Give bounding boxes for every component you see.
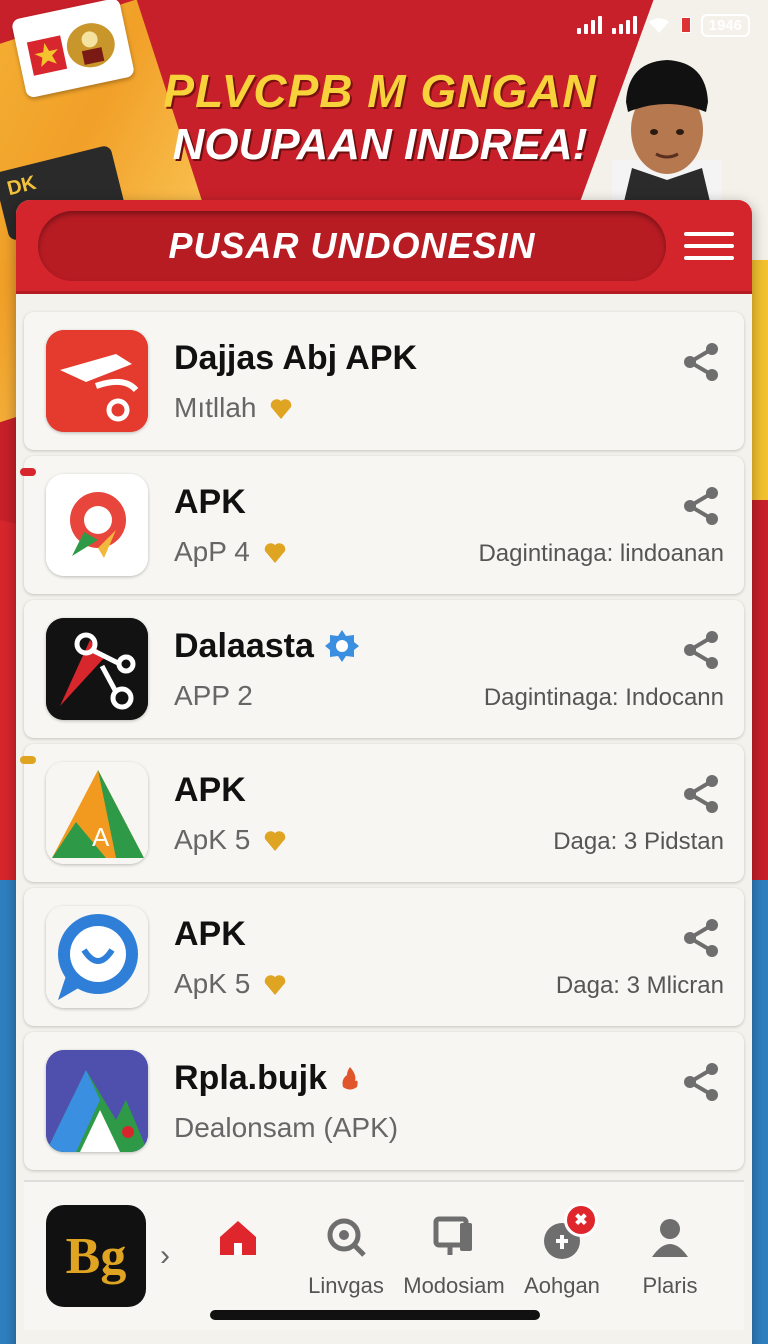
share-icon[interactable] bbox=[682, 774, 720, 814]
chevron-right-icon[interactable]: › bbox=[160, 1239, 170, 1273]
app-list-item[interactable]: Dajjas Abj APK Mıtllah bbox=[24, 312, 744, 450]
app-meta: Daga: 3 Mlicran bbox=[555, 972, 724, 999]
home-indicator[interactable] bbox=[210, 1310, 540, 1320]
alert-icon bbox=[680, 17, 691, 33]
bottom-nav: Bg › Linvgas Modosiam ✖ Aohgan Plaris bbox=[24, 1180, 744, 1330]
app-subtitle: APP 2 bbox=[174, 679, 253, 711]
heart-icon bbox=[264, 542, 286, 563]
bg-app-icon[interactable]: Bg bbox=[46, 1205, 146, 1307]
app-title: Rpla.bujk bbox=[174, 1058, 328, 1097]
share-icon[interactable] bbox=[682, 342, 720, 382]
promo-card-text: DK bbox=[4, 171, 39, 201]
tab-home[interactable] bbox=[184, 1213, 292, 1299]
app-title: APK bbox=[174, 770, 246, 809]
portrait-image bbox=[602, 50, 732, 210]
flame-icon bbox=[342, 1067, 358, 1090]
app-subtitle: Mıtllah bbox=[174, 391, 257, 423]
headline-line-2: NOUPAAN INDREA! bbox=[172, 120, 588, 169]
topbar-title: PUSAR UNDONESIN bbox=[38, 210, 666, 281]
tab-search[interactable]: Linvgas bbox=[292, 1213, 400, 1299]
app-list-item[interactable]: APK ApP 4 Dagintinaga: lindoanan bbox=[20, 456, 744, 594]
indicator-dot bbox=[20, 468, 36, 476]
tab-profile[interactable]: Plaris bbox=[616, 1213, 724, 1299]
heart-icon bbox=[265, 974, 286, 995]
search-icon bbox=[327, 1218, 366, 1257]
share-icon[interactable] bbox=[682, 630, 720, 670]
share-icon[interactable] bbox=[682, 486, 720, 526]
app-list-item[interactable]: APK ApK 5 Daga: 3 Mlicran bbox=[24, 888, 744, 1026]
notification-badge-icon: ✖ bbox=[564, 1203, 598, 1237]
app-subtitle: ApK 5 bbox=[174, 823, 251, 855]
tri-color-a-icon: A bbox=[46, 762, 148, 864]
app-title: Dalaasta bbox=[174, 626, 314, 665]
verified-badge-icon bbox=[324, 630, 359, 662]
tab-device[interactable]: Modosiam bbox=[400, 1213, 508, 1299]
app-topbar: PUSAR UNDONESIN bbox=[16, 200, 752, 294]
wifi-icon bbox=[647, 16, 671, 34]
bg-app-icon-text: Bg bbox=[65, 1227, 127, 1285]
app-title: APK bbox=[174, 914, 246, 953]
headline-line-1: PLVCPB M GNGAN bbox=[163, 65, 597, 117]
status-bar: 1946 bbox=[576, 10, 750, 40]
tab-download[interactable]: ✖ Aohgan bbox=[508, 1203, 616, 1299]
app-title: Dajjas Abj APK bbox=[174, 338, 418, 377]
app-title: APK bbox=[174, 482, 246, 521]
share-icon[interactable] bbox=[682, 918, 720, 958]
menu-icon[interactable] bbox=[684, 221, 734, 271]
app-meta: Dagintinaga: Indocann bbox=[483, 684, 724, 711]
app-subtitle: ApP 4 bbox=[174, 535, 250, 567]
signal-icon bbox=[576, 16, 602, 34]
app-subtitle: Dealonsam (APK) bbox=[174, 1111, 399, 1143]
app-list-item[interactable]: A APK ApK 5 Daga: 3 Pidstan bbox=[20, 744, 744, 882]
red-scooter-icon bbox=[46, 330, 148, 432]
tab-label: Plaris bbox=[642, 1273, 698, 1298]
chat-bubble-icon bbox=[46, 906, 148, 1008]
battery-indicator: 1946 bbox=[700, 13, 750, 37]
app-subtitle: ApK 5 bbox=[174, 967, 251, 999]
svg-text:A: A bbox=[92, 822, 110, 852]
app-list: Dajjas Abj APK Mıtllah APK ApP 4 Daginti… bbox=[16, 294, 752, 1170]
map-pin-icon bbox=[46, 474, 148, 576]
profile-icon bbox=[652, 1219, 688, 1257]
heart-icon bbox=[265, 830, 286, 851]
app-meta: Dagintinaga: lindoanan bbox=[478, 540, 724, 567]
heart-icon bbox=[271, 398, 292, 419]
main-panel: PUSAR UNDONESIN Dajjas Abj APK Mıtllah A… bbox=[16, 200, 752, 1344]
signal-icon bbox=[611, 16, 637, 34]
tab-label: Linvgas bbox=[308, 1273, 384, 1298]
device-icon bbox=[433, 1216, 472, 1255]
tab-label: Modosiam bbox=[403, 1273, 505, 1298]
hero-headline: PLVCPB M GNGAN NOUPAAN INDREA! bbox=[160, 64, 600, 170]
mountain-icon bbox=[46, 1050, 148, 1152]
tab-label: Aohgan bbox=[524, 1273, 600, 1298]
home-icon bbox=[220, 1221, 256, 1255]
app-meta: Daga: 3 Pidstan bbox=[553, 828, 724, 855]
indicator-dot bbox=[20, 756, 36, 764]
app-list-item[interactable]: Dalaasta APP 2 Dagintinaga: Indocann bbox=[24, 600, 744, 738]
node-graph-icon bbox=[46, 618, 148, 720]
share-icon[interactable] bbox=[682, 1062, 720, 1102]
app-list-item[interactable]: Rpla.bujk Dealonsam (APK) bbox=[24, 1032, 744, 1170]
